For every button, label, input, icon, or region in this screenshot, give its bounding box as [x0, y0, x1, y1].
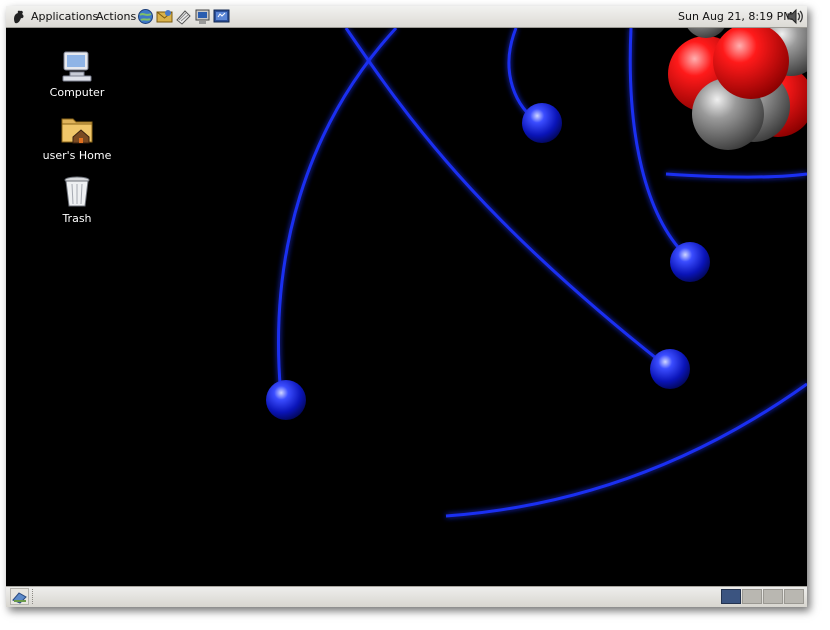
orbit-line	[344, 27, 667, 368]
desktop-screen: Applications Actions Sun Aug 21, 8:19 PM…	[6, 6, 807, 607]
workspace-1[interactable]	[721, 589, 741, 604]
clock[interactable]: Sun Aug 21, 8:19 PM	[678, 6, 793, 27]
desktop-icon-trash[interactable]: Trash	[27, 174, 127, 225]
workspace-2[interactable]	[742, 589, 762, 604]
email-icon[interactable]	[156, 8, 173, 25]
gnome-foot-icon[interactable]	[12, 9, 26, 25]
top-panel: Applications Actions Sun Aug 21, 8:19 PM	[6, 6, 807, 28]
applications-menu[interactable]: Applications	[31, 6, 98, 27]
desktop-icon-label: Trash	[62, 212, 92, 225]
electron	[650, 349, 690, 389]
orbit-line	[665, 172, 807, 179]
bottom-panel	[6, 586, 807, 607]
computer-icon	[59, 48, 95, 84]
text-editor-icon[interactable]	[175, 8, 192, 25]
electron	[522, 103, 562, 143]
workspace-3[interactable]	[763, 589, 783, 604]
electron	[670, 242, 710, 282]
desktop-icon-label: user's Home	[42, 149, 112, 162]
terminal-computer-icon[interactable]	[194, 8, 211, 25]
panel-handle[interactable]	[32, 589, 35, 604]
show-desktop-icon	[12, 592, 27, 604]
actions-menu[interactable]: Actions	[96, 6, 136, 27]
home-folder-icon	[59, 111, 95, 147]
workspace-4[interactable]	[784, 589, 804, 604]
trash-icon	[59, 174, 95, 210]
desktop-icon-computer[interactable]: Computer	[27, 48, 127, 99]
show-desktop-button[interactable]	[10, 588, 29, 605]
orbit-line	[445, 382, 807, 518]
desktop-icon-label: Computer	[49, 86, 105, 99]
electron	[266, 380, 306, 420]
orbit-line	[277, 26, 398, 397]
volume-icon[interactable]	[786, 8, 804, 25]
web-browser-icon[interactable]	[137, 8, 154, 25]
desktop-icon-home[interactable]: user's Home	[27, 111, 127, 162]
presentation-icon[interactable]	[213, 8, 230, 25]
